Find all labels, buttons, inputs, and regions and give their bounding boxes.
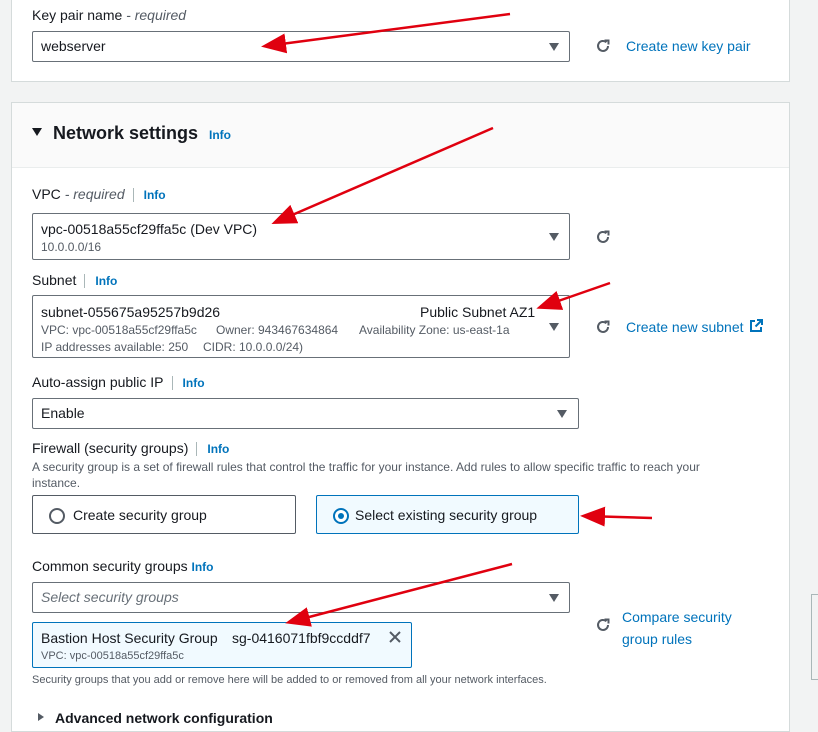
auto-ip-value: Enable: [41, 405, 85, 421]
security-groups-placeholder: Select security groups: [41, 589, 179, 605]
radio-button-selected[interactable]: [333, 508, 349, 524]
subnet-ips: IP addresses available: 250: [41, 340, 189, 354]
subnet-info-link[interactable]: Info: [95, 274, 117, 288]
security-groups-select[interactable]: Select security groups: [32, 582, 570, 613]
radio-button[interactable]: [49, 508, 65, 524]
refresh-icon[interactable]: [594, 318, 612, 336]
common-sg-label: Common security groups Info: [32, 558, 214, 574]
subnet-vpc: VPC: vpc-00518a55cf29ffa5c: [41, 323, 197, 337]
chevron-down-icon: [549, 594, 559, 602]
subnet-az: Availability Zone: us-east-1a: [359, 323, 510, 337]
token-group-name: Bastion Host Security Group: [41, 630, 218, 646]
token-group-vpc: VPC: vpc-00518a55cf29ffa5c: [41, 650, 184, 662]
chevron-down-icon: [549, 323, 559, 331]
vpc-select[interactable]: vpc-00518a55cf29ffa5c (Dev VPC) 10.0.0.0…: [32, 213, 570, 260]
firewall-description: A security group is a set of firewall ru…: [32, 460, 700, 490]
auto-ip-info-link[interactable]: Info: [183, 376, 205, 390]
select-existing-security-group-option[interactable]: Select existing security group: [316, 495, 579, 534]
select-existing-security-group-label: Select existing security group: [355, 507, 538, 523]
common-sg-info-link[interactable]: Info: [192, 560, 214, 574]
chevron-down-icon: [549, 43, 559, 51]
subnet-name: Public Subnet AZ1: [420, 304, 536, 320]
network-info-link[interactable]: Info: [209, 128, 231, 142]
subnet-label: Subnet Info: [32, 272, 118, 289]
key-pair-select[interactable]: webserver: [32, 31, 570, 62]
vpc-info-link[interactable]: Info: [144, 188, 166, 202]
key-pair-label: Key pair name - required: [32, 7, 187, 23]
security-groups-hint: Security groups that you add or remove h…: [32, 674, 547, 686]
create-subnet-link[interactable]: Create new subnet: [626, 319, 764, 335]
scroll-edge: [811, 594, 818, 680]
vpc-value: vpc-00518a55cf29ffa5c (Dev VPC): [41, 221, 258, 237]
firewall-info-link[interactable]: Info: [207, 442, 229, 456]
key-pair-value: webserver: [41, 38, 106, 54]
subnet-owner: Owner: 943467634864: [216, 323, 339, 337]
external-link-icon: [750, 319, 764, 332]
subnet-cidr: CIDR: 10.0.0.0/24): [203, 340, 304, 354]
vpc-label: VPC - required Info: [32, 186, 166, 203]
create-security-group-label: Create security group: [73, 507, 207, 523]
close-icon[interactable]: [388, 630, 402, 644]
subnet-select[interactable]: subnet-055675a95257b9d26 Public Subnet A…: [32, 295, 570, 358]
compare-security-group-rules-link[interactable]: Compare security group rules: [622, 606, 732, 650]
refresh-icon[interactable]: [594, 616, 612, 634]
chevron-down-icon: [549, 233, 559, 241]
refresh-icon[interactable]: [594, 37, 612, 55]
create-key-pair-link[interactable]: Create new key pair: [626, 38, 751, 54]
refresh-icon[interactable]: [594, 228, 612, 246]
firewall-label: Firewall (security groups) Info: [32, 440, 230, 457]
caret-down-icon[interactable]: [31, 127, 43, 137]
vpc-cidr: 10.0.0.0/16: [41, 240, 102, 254]
create-security-group-option[interactable]: Create security group: [32, 495, 296, 534]
token-group-id: sg-0416071fbf9ccddf7: [232, 630, 371, 646]
security-group-token: Bastion Host Security Group sg-0416071fb…: [32, 622, 412, 668]
auto-ip-label: Auto-assign public IP Info: [32, 374, 205, 391]
advanced-network-configuration[interactable]: Advanced network configuration: [55, 710, 273, 726]
chevron-down-icon: [557, 410, 567, 418]
auto-ip-select[interactable]: Enable: [32, 398, 579, 429]
network-settings-title: Network settings: [53, 123, 199, 143]
subnet-value: subnet-055675a95257b9d26: [41, 304, 221, 320]
